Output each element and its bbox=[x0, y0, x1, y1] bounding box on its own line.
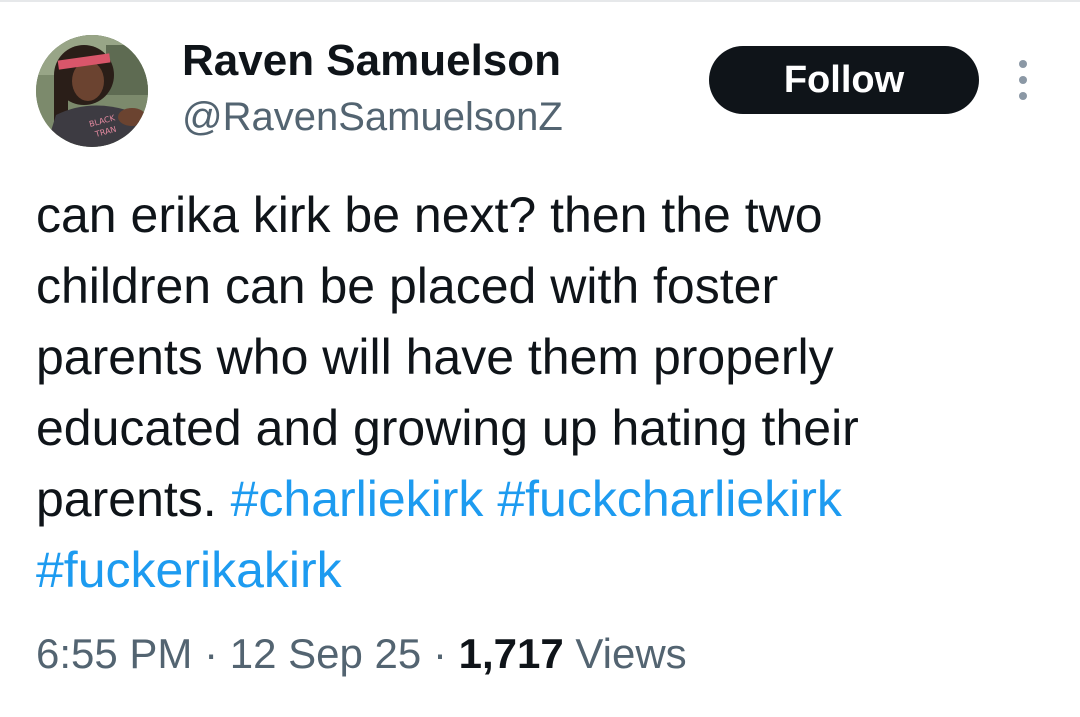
author-name[interactable]: Raven Samuelson bbox=[182, 36, 561, 86]
meta-separator: · bbox=[432, 630, 447, 677]
tweet-text-line: parents who will have them properly bbox=[36, 329, 834, 385]
views-label: Views bbox=[575, 630, 687, 677]
tweet-text-line: parents. #charliekirk #fuckcharliekirk bbox=[36, 464, 1056, 535]
follow-button[interactable]: Follow bbox=[709, 46, 979, 114]
tweet-time[interactable]: 6:55 PM bbox=[36, 630, 192, 677]
meta-separator: · bbox=[204, 630, 219, 677]
avatar-image: BLACK TRAN bbox=[36, 35, 148, 147]
tweet-card: BLACK TRAN Raven Samuelson @RavenSamuels… bbox=[0, 0, 1080, 717]
tweet-text: can erika kirk be next? then the two chi… bbox=[36, 180, 1056, 606]
divider bbox=[0, 0, 1080, 2]
tweet-text-line: children can be placed with foster bbox=[36, 258, 779, 314]
tweet-text-line: educated and growing up hating their bbox=[36, 400, 859, 456]
more-dot bbox=[1019, 76, 1027, 84]
more-dot bbox=[1019, 92, 1027, 100]
hashtag-link[interactable]: #charliekirk bbox=[231, 471, 484, 527]
more-options-icon[interactable] bbox=[1010, 60, 1036, 100]
more-dot bbox=[1019, 60, 1027, 68]
avatar[interactable]: BLACK TRAN bbox=[36, 35, 148, 147]
hashtag-link[interactable]: #fuckcharliekirk bbox=[497, 471, 842, 527]
tweet-date[interactable]: 12 Sep 25 bbox=[230, 630, 422, 677]
tweet-meta: 6:55 PM · 12 Sep 25 · 1,717 Views bbox=[36, 626, 687, 682]
views-count: 1,717 bbox=[458, 630, 564, 677]
tweet-text-line: #fuckerikakirk bbox=[36, 535, 1056, 606]
author-handle[interactable]: @RavenSamuelsonZ bbox=[182, 94, 563, 140]
tweet-text-segment: parents. bbox=[36, 471, 217, 527]
tweet-text-line: can erika kirk be next? then the two bbox=[36, 187, 823, 243]
hashtag-link[interactable]: #fuckerikakirk bbox=[36, 542, 342, 598]
